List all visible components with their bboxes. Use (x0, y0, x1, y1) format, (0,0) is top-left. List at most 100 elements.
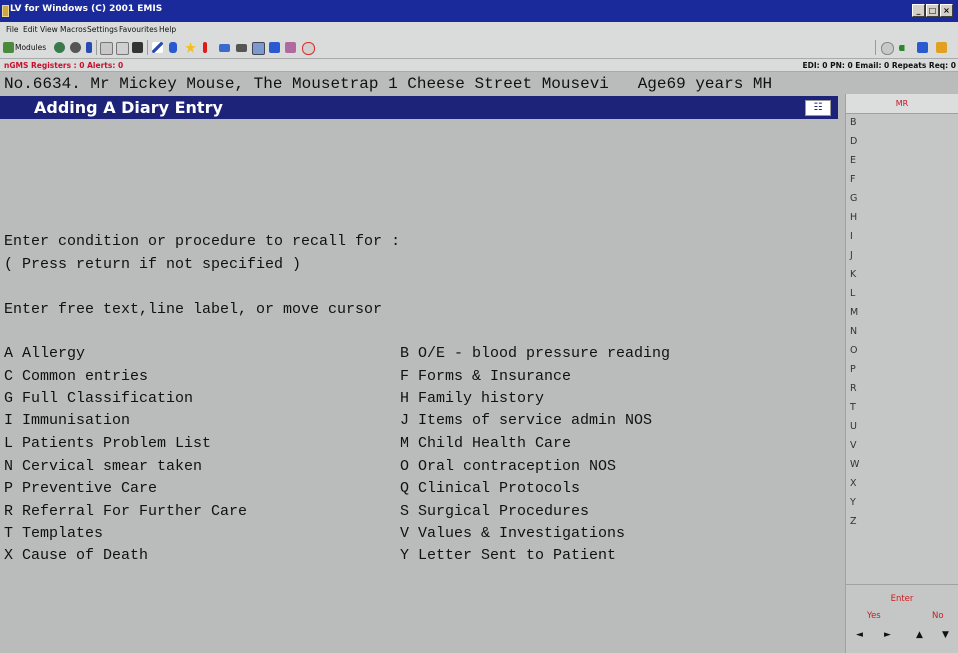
printer-icon[interactable] (132, 42, 143, 53)
toolbar-separator (96, 40, 97, 55)
return-hint: ( Press return if not specified ) (4, 256, 302, 273)
paste-icon[interactable] (116, 42, 129, 55)
entry-instruction: Enter free text,line label, or move curs… (4, 301, 383, 318)
letter-d[interactable]: D (850, 136, 857, 147)
back-arrow-icon[interactable] (899, 45, 910, 51)
message-icon[interactable] (236, 44, 247, 52)
no-button[interactable]: No (932, 611, 944, 621)
screen-icon[interactable] (252, 42, 265, 55)
letter-z[interactable]: Z (850, 516, 857, 527)
toolbar-separator (147, 40, 148, 55)
screen-menu-icon[interactable]: ☷ (805, 100, 831, 116)
left-arrow-icon[interactable]: ◄ (856, 630, 863, 640)
letter-l[interactable]: L (850, 288, 855, 299)
letter-n[interactable]: N (850, 326, 857, 337)
letter-g[interactable]: G (850, 193, 857, 204)
status-bar: nGMS Registers : 0 Alerts: 0 EDI: 0 PN: … (0, 59, 958, 72)
book-icon[interactable] (269, 42, 280, 53)
option-blood-pressure[interactable]: B O/E - blood pressure reading (400, 345, 670, 362)
menu-settings[interactable]: Settings (87, 25, 118, 34)
menu-favourites[interactable]: Favourites (119, 25, 158, 34)
alert-icon[interactable] (203, 42, 207, 53)
patient-details: No.6634. Mr Mickey Mouse, The Mousetrap … (4, 75, 773, 93)
title-bar: LV for Windows (C) 2001 EMIS _ □ × (0, 0, 958, 22)
recall-prompt: Enter condition or procedure to recall f… (4, 233, 401, 250)
letter-p[interactable]: P (850, 364, 856, 375)
toolbar: Modules (0, 37, 958, 59)
enter-button[interactable]: Enter (846, 594, 958, 604)
option-forms-insurance[interactable]: F Forms & Insurance (400, 368, 571, 385)
menu-help[interactable]: Help (159, 25, 176, 34)
option-common-entries[interactable]: C Common entries (4, 368, 148, 385)
option-allergy[interactable]: A Allergy (4, 345, 85, 362)
menu-bar: File Edit View Macros Settings Favourite… (0, 22, 958, 37)
letter-y[interactable]: Y (850, 497, 856, 508)
letter-f[interactable]: F (850, 174, 855, 185)
option-family-history[interactable]: H Family history (400, 390, 544, 407)
star-icon[interactable] (185, 42, 196, 53)
option-values-investigations[interactable]: V Values & Investigations (400, 525, 625, 542)
window-title: LV for Windows (C) 2001 EMIS (10, 4, 163, 14)
option-templates[interactable]: T Templates (4, 525, 103, 542)
panel-header: MR (846, 94, 958, 114)
calendar-icon[interactable] (285, 42, 296, 53)
menu-edit[interactable]: Edit (23, 25, 38, 34)
copy-icon[interactable] (100, 42, 113, 55)
letter-w[interactable]: W (850, 459, 859, 470)
minimize-button[interactable]: _ (912, 4, 925, 17)
menu-view[interactable]: View (40, 25, 58, 34)
letter-i[interactable]: I (850, 231, 853, 242)
modules-button[interactable]: Modules (15, 43, 46, 52)
letter-r[interactable]: R (850, 383, 857, 394)
screen-title: Adding A Diary Entry (34, 98, 223, 117)
mail-icon[interactable] (219, 44, 230, 52)
option-clinical-protocols[interactable]: Q Clinical Protocols (400, 480, 580, 497)
option-referral[interactable]: R Referral For Further Care (4, 503, 247, 520)
patient-header: No.6634. Mr Mickey Mouse, The Mousetrap … (0, 73, 845, 94)
menu-file[interactable]: File (6, 25, 19, 34)
app-icon (2, 5, 9, 17)
close-button[interactable]: × (940, 4, 953, 17)
patient-icon[interactable] (54, 42, 65, 53)
letter-u[interactable]: U (850, 421, 857, 432)
option-letter-sent[interactable]: Y Letter Sent to Patient (400, 547, 616, 564)
emis-window: LV for Windows (C) 2001 EMIS _ □ × File … (0, 0, 958, 653)
letter-h[interactable]: H (850, 212, 857, 223)
option-child-health[interactable]: M Child Health Care (400, 435, 571, 452)
exit-icon[interactable] (302, 42, 315, 55)
letter-m[interactable]: M (850, 307, 858, 318)
notes-icon[interactable] (917, 42, 928, 53)
right-arrow-icon[interactable]: ► (884, 630, 891, 640)
option-items-of-service[interactable]: J Items of service admin NOS (400, 412, 652, 429)
screen-banner: Adding A Diary Entry ☷ (0, 96, 838, 119)
settings-icon[interactable] (936, 42, 947, 53)
letter-j[interactable]: J (850, 250, 853, 261)
menu-macros[interactable]: Macros (60, 25, 87, 34)
record-icon[interactable] (86, 42, 92, 53)
option-cause-of-death[interactable]: X Cause of Death (4, 547, 148, 564)
letter-k[interactable]: K (850, 269, 856, 280)
letter-v[interactable]: V (850, 440, 857, 451)
letter-x[interactable]: X (850, 478, 857, 489)
disabled-icon[interactable] (881, 42, 894, 55)
option-immunisation[interactable]: I Immunisation (4, 412, 130, 429)
modules-icon[interactable] (3, 42, 14, 53)
letter-t[interactable]: T (850, 402, 856, 413)
option-oral-contraception[interactable]: O Oral contraception NOS (400, 458, 616, 475)
syringe-icon[interactable] (169, 42, 177, 53)
up-arrow-icon[interactable]: ▲ (916, 630, 923, 640)
down-arrow-icon[interactable]: ▼ (942, 630, 949, 640)
consultation-icon[interactable] (70, 42, 81, 53)
option-surgical-procedures[interactable]: S Surgical Procedures (400, 503, 589, 520)
maximize-button[interactable]: □ (926, 4, 939, 17)
pen-icon[interactable] (152, 42, 163, 53)
option-problem-list[interactable]: L Patients Problem List (4, 435, 211, 452)
letter-o[interactable]: O (850, 345, 857, 356)
enter-controls: Enter Yes No ◄ ► ▲ ▼ (846, 584, 958, 653)
letter-e[interactable]: E (850, 155, 856, 166)
letter-b[interactable]: B (850, 117, 857, 128)
yes-button[interactable]: Yes (867, 611, 881, 621)
option-preventive-care[interactable]: P Preventive Care (4, 480, 157, 497)
option-full-classification[interactable]: G Full Classification (4, 390, 193, 407)
option-cervical-smear[interactable]: N Cervical smear taken (4, 458, 202, 475)
